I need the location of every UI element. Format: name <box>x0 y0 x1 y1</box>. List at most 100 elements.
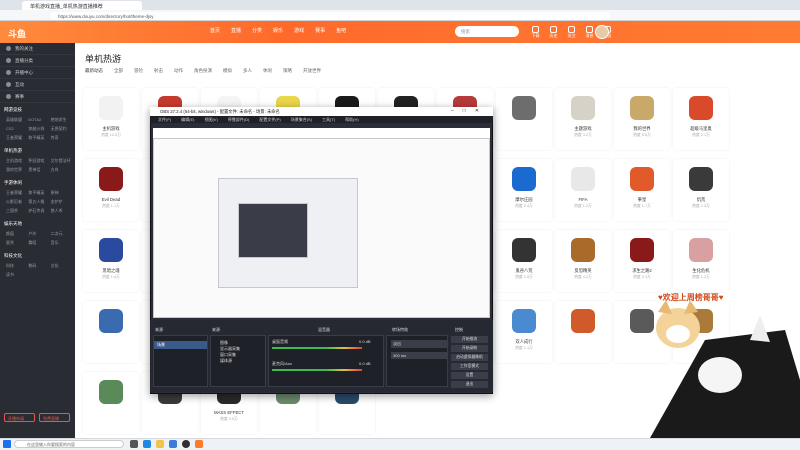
follow-icon[interactable]: 关注 <box>566 26 577 40</box>
close-icon[interactable]: ✕ <box>475 108 479 114</box>
game-card[interactable]: Evil Dead 热度 1.1万 <box>83 159 139 221</box>
sidebar-item[interactable]: 直播分类 <box>0 55 75 67</box>
virtual-camera-button[interactable]: 启动虚拟摄像机 <box>451 354 488 361</box>
maximize-icon[interactable]: □ <box>463 108 466 114</box>
sidebar-item[interactable]: 我的关注 <box>0 43 75 55</box>
start-record-button[interactable]: 开始录制 <box>451 345 488 352</box>
game-card[interactable] <box>83 301 139 363</box>
filter-tab[interactable]: 动作 <box>174 68 183 74</box>
obs-menu-item[interactable]: 场景集合(S) <box>291 117 312 123</box>
sidebar-link[interactable]: 数码 <box>28 263 48 269</box>
settings-button[interactable]: 设置 <box>451 372 488 379</box>
game-card[interactable]: 摩尔庄园 热度 2.4万 <box>496 159 552 221</box>
sidebar-link[interactable]: 火影忍者 <box>6 199 26 205</box>
filter-tab[interactable]: 射击 <box>154 68 163 74</box>
game-card[interactable]: 拳皇 热度 1.7万 <box>614 159 670 221</box>
browser-tab[interactable]: 单机游戏直播_单机热游直播推荐 <box>22 1 142 10</box>
filter-tab[interactable]: 全部 <box>114 68 123 74</box>
sidebar-item[interactable]: 赛事 <box>0 91 75 103</box>
start-stream-button[interactable]: 开始推流 <box>451 336 488 343</box>
sidebar-link[interactable]: 第五人格 <box>28 199 48 205</box>
sidebar-link[interactable]: 音乐 <box>51 240 71 246</box>
obs-menu-item[interactable]: 工具(T) <box>322 117 335 123</box>
download-icon[interactable]: 下载 <box>530 26 541 40</box>
sidebar-link[interactable]: 艾尔登法环 <box>51 158 71 164</box>
nav-item[interactable]: 鱼吧 <box>336 27 346 37</box>
sidebar-item[interactable]: 开播中心 <box>0 67 75 79</box>
filter-tab[interactable]: 最新动态 <box>85 68 103 74</box>
sidebar-link[interactable]: 户外 <box>28 231 48 237</box>
explorer-icon[interactable] <box>156 440 164 448</box>
sidebar-item[interactable]: 互动 <box>0 79 75 91</box>
sidebar-link[interactable]: 和平精英 <box>28 135 48 141</box>
game-card[interactable]: 饥荒 热度 1.3万 <box>673 159 729 221</box>
obs-menu-item[interactable]: 文件(F) <box>158 117 171 123</box>
sidebar-link[interactable]: 主机游戏 <box>6 158 26 164</box>
nav-item[interactable]: 赛事 <box>315 27 325 37</box>
sidebar-link[interactable]: 怀旧游戏 <box>28 158 48 164</box>
windows-start-icon[interactable] <box>3 440 11 448</box>
filter-tab[interactable]: 休闲 <box>263 68 272 74</box>
sidebar-link[interactable]: CS2 <box>6 126 26 132</box>
transition-select[interactable]: 淡出 <box>391 340 447 348</box>
game-card[interactable] <box>496 88 552 150</box>
game-card[interactable] <box>83 372 139 434</box>
obs-menu-item[interactable]: 停靠部件(D) <box>228 117 250 123</box>
obs-menu-item[interactable]: 配置文件(P) <box>259 117 280 123</box>
sidebar-link[interactable]: 金铲铲 <box>51 199 71 205</box>
game-card[interactable]: 鬼谷八荒 热度 1.5万 <box>496 230 552 292</box>
nav-item[interactable]: 娱乐 <box>273 27 283 37</box>
sidebar-link[interactable]: 黑神话 <box>28 167 48 173</box>
sidebar-link[interactable]: 王者荣耀 <box>6 135 26 141</box>
message-icon[interactable]: 消息 <box>584 26 595 40</box>
sidebar-link[interactable]: 和平精英 <box>28 190 48 196</box>
exit-button[interactable]: 退出 <box>451 381 488 388</box>
free-stream-button[interactable]: 免费直播 <box>39 413 70 422</box>
nav-item[interactable]: 直播 <box>231 27 241 37</box>
sidebar-link[interactable]: 王者荣耀 <box>6 190 26 196</box>
filter-tab[interactable]: 多人 <box>243 68 252 74</box>
filter-tab[interactable]: 冒险 <box>134 68 143 74</box>
taskview-icon[interactable] <box>130 440 138 448</box>
game-card[interactable]: FIFA 热度 1.2万 <box>555 159 611 221</box>
game-card[interactable] <box>555 301 611 363</box>
sidebar-link[interactable]: 读书 <box>6 272 26 278</box>
obs-taskbar-icon[interactable] <box>182 440 190 448</box>
sidebar-link[interactable]: 原神 <box>51 190 71 196</box>
game-card[interactable]: 主机游戏 热度 12.5万 <box>83 88 139 150</box>
game-card[interactable]: 我的世界 热度 5.6万 <box>614 88 670 150</box>
url-input[interactable]: https://www.douyu.com/directory/hot/them… <box>50 12 610 20</box>
sidebar-link[interactable]: 炉石传说 <box>28 208 48 214</box>
sidebar-link[interactable]: 英雄联盟 <box>6 117 26 123</box>
game-card[interactable]: 超级马里奥 热度 2.1万 <box>673 88 729 150</box>
sidebar-link[interactable]: 三国杀 <box>6 208 26 214</box>
obs-menu-item[interactable]: 视图(V) <box>204 117 217 123</box>
nav-item[interactable]: 游戏 <box>294 27 304 37</box>
game-card[interactable]: 黑暗之魂 热度 1.6万 <box>83 230 139 292</box>
game-card[interactable]: 双人成行 热度 1.1万 <box>496 301 552 363</box>
studio-mode-button[interactable]: 工作室模式 <box>451 363 488 370</box>
sidebar-link[interactable]: 二次元 <box>51 231 71 237</box>
sidebar-link[interactable]: 无畏契约 <box>51 126 71 132</box>
site-logo[interactable]: 斗鱼 <box>8 24 68 40</box>
sidebar-link[interactable]: 穿越火线 <box>28 126 48 132</box>
store-icon[interactable] <box>169 440 177 448</box>
sidebar-link[interactable]: 传奇 <box>51 135 71 141</box>
minimize-icon[interactable]: – <box>451 108 454 114</box>
game-card[interactable]: 主题游戏 热度 3.2万 <box>555 88 611 150</box>
scene-item[interactable]: 场景 <box>154 341 207 349</box>
obs-preview[interactable] <box>153 128 490 318</box>
avatar[interactable] <box>595 25 609 39</box>
sidebar-link[interactable]: 文化 <box>51 263 71 269</box>
taskbar-search[interactable]: 在这里输入你要搜索的内容 <box>14 440 124 448</box>
obs-menu-item[interactable]: 编辑(E) <box>181 117 194 123</box>
filter-tab[interactable]: 模拟 <box>223 68 232 74</box>
sidebar-link[interactable]: 方舟 <box>51 167 71 173</box>
sidebar-link[interactable]: 我的世界 <box>6 167 26 173</box>
sidebar-link[interactable]: 舞蹈 <box>28 240 48 246</box>
game-card[interactable]: 反恐精英 热度 4.2万 <box>555 230 611 292</box>
obs-menu-item[interactable]: 帮助(H) <box>345 117 359 123</box>
sidebar-link[interactable]: 科技 <box>6 263 26 269</box>
browser-taskbar-icon[interactable] <box>195 440 203 448</box>
duration-field[interactable]: 300 ms <box>391 352 447 359</box>
